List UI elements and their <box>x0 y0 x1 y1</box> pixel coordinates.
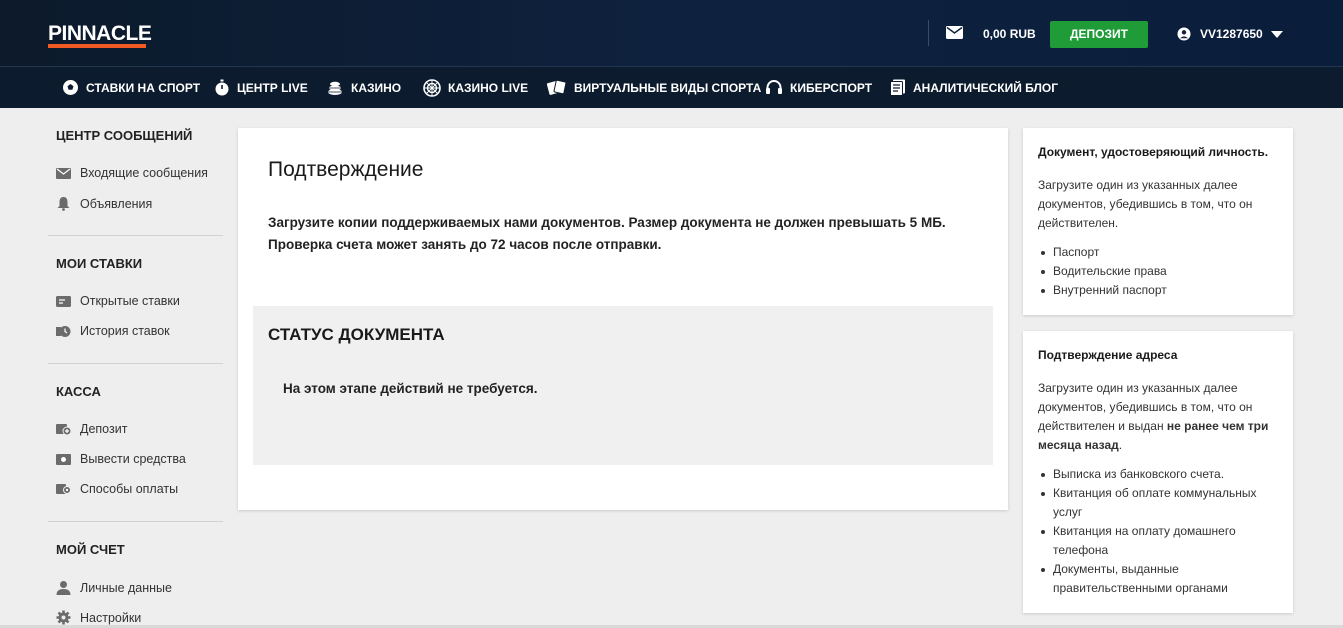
list-item: Документы, выданные правительственными о… <box>1038 560 1283 598</box>
casino-chips-icon <box>328 81 342 95</box>
info-text: Загрузите один из указанных далее докуме… <box>1038 379 1283 455</box>
nav-label: СТАВКИ НА СПОРТ <box>86 80 201 95</box>
nav-live-center[interactable]: ЦЕНТР LIVE <box>214 67 308 108</box>
address-proof-info: Подтверждение адреса Загрузите один из у… <box>1023 331 1293 613</box>
sidebar-item-label: Входящие сообщения <box>80 166 208 180</box>
stopwatch-icon <box>215 79 229 96</box>
person-icon <box>56 581 71 595</box>
username[interactable]: VV1287650 <box>1200 27 1263 41</box>
list-item: Внутренний паспорт <box>1038 281 1283 300</box>
sidebar-item-bet-history[interactable]: История ставок <box>56 324 170 338</box>
sidebar-item-label: Объявления <box>80 196 153 211</box>
list-item: Квитанция об оплате коммунальных услуг <box>1038 484 1283 522</box>
sidebar-item-settings[interactable]: Настройки <box>56 610 141 625</box>
nav-label: ВИРТУАЛЬНЫЕ ВИДЫ СПОРТА <box>574 80 762 95</box>
info-text-part: . <box>1118 438 1123 452</box>
accepted-documents-list: Паспорт Водительские права Внутренний па… <box>1038 243 1283 300</box>
section-title-cashier: КАССА <box>56 384 101 399</box>
sidebar-item-label: Способы оплаты <box>80 482 179 496</box>
sidebar-item-label: История ставок <box>80 324 170 338</box>
id-document-info: Документ, удостоверяющий личность. Загру… <box>1023 128 1293 315</box>
headset-icon <box>766 80 782 94</box>
instructions-text: Загрузите копии поддерживаемых нами доку… <box>268 212 988 256</box>
gear-icon <box>56 610 71 625</box>
nav-casino-live[interactable]: КАЗИНО LIVE <box>423 67 528 108</box>
sidebar-item-label: Депозит <box>80 422 128 436</box>
verification-card: Подтверждение Загрузите копии поддержива… <box>238 128 1008 510</box>
status-message: На этом этапе действий не требуется. <box>283 381 538 396</box>
nav-analytics-blog[interactable]: АНАЛИТИЧЕСКИЙ БЛОГ <box>890 67 1058 108</box>
nav-label: ЦЕНТР LIVE <box>237 80 308 95</box>
header-divider <box>928 20 929 46</box>
sidebar-item-label: Личные данные <box>80 580 172 595</box>
list-item: Водительские права <box>1038 262 1283 281</box>
sidebar-item-label: Вывести средства <box>80 452 186 466</box>
main-nav: СТАВКИ НА СПОРТ ЦЕНТР LIVE КАЗИНО КАЗИНО… <box>0 67 1343 108</box>
sidebar-item-deposit[interactable]: Депозит <box>56 422 127 436</box>
accepted-documents-list: Выписка из банковского счета. Квитанция … <box>1038 465 1283 598</box>
document-status-panel: СТАТУС ДОКУМЕНТА На этом этапе действий … <box>253 306 993 465</box>
list-item: Квитанция на оплату домашнего телефона <box>1038 522 1283 560</box>
nav-esports[interactable]: КИБЕРСПОРТ <box>765 67 872 108</box>
user-icon[interactable] <box>1177 27 1191 41</box>
section-title-my-account: МОЙ СЧЕТ <box>56 542 125 557</box>
pinnacle-logo[interactable]: PINNACLE <box>48 22 152 46</box>
instructions-line-1: Загрузите копии поддерживаемых нами доку… <box>268 215 946 230</box>
sidebar-item-announcements[interactable]: Объявления <box>56 196 152 211</box>
info-text: Загрузите один из указанных далее докуме… <box>1038 178 1253 230</box>
sidebar-item-label: Открытые ставки <box>80 294 180 308</box>
top-header: PINNACLE 0,00 RUB ДЕПОЗИТ VV1287650 <box>0 0 1343 67</box>
logo-underline <box>48 44 146 48</box>
deposit-button[interactable]: ДЕПОЗИТ <box>1050 21 1148 48</box>
sidebar-item-label: Настройки <box>80 610 142 625</box>
nav-label: КИБЕРСПОРТ <box>790 80 873 95</box>
deposit-icon <box>56 423 71 435</box>
nav-virtual-sports[interactable]: ВИРТУАЛЬНЫЕ ВИДЫ СПОРТА <box>547 67 761 108</box>
instructions-line-2: Проверка счета может занять до 72 часов … <box>268 237 662 252</box>
sidebar-item-personal-data[interactable]: Личные данные <box>56 580 172 595</box>
bell-icon <box>57 197 70 211</box>
withdraw-icon <box>56 453 71 465</box>
soccer-ball-icon <box>63 80 78 95</box>
sidebar-divider <box>48 363 223 364</box>
payment-methods-icon <box>56 483 71 494</box>
sidebar-item-withdraw[interactable]: Вывести средства <box>56 452 186 466</box>
nav-label: КАЗИНО LIVE <box>448 80 529 95</box>
nav-sports-betting[interactable]: СТАВКИ НА СПОРТ <box>62 67 200 108</box>
nav-casino[interactable]: КАЗИНО <box>326 67 401 108</box>
status-title: СТАТУС ДОКУМЕНТА <box>268 325 445 344</box>
ticket-icon <box>56 295 71 307</box>
document-icon <box>890 79 905 96</box>
section-title-messages: ЦЕНТР СООБЩЕНИЙ <box>56 128 193 143</box>
history-icon <box>56 325 71 337</box>
list-item: Выписка из банковского счета. <box>1038 465 1283 484</box>
sidebar-item-inbox[interactable]: Входящие сообщения <box>56 166 208 180</box>
page-title: Подтверждение <box>268 158 424 181</box>
nav-label: АНАЛИТИЧЕСКИЙ БЛОГ <box>913 80 1059 95</box>
balance-amount: 0,00 RUB <box>983 27 1036 41</box>
sidebar-divider <box>48 521 223 522</box>
list-item: Паспорт <box>1038 243 1283 262</box>
sidebar-item-open-bets[interactable]: Открытые ставки <box>56 294 180 308</box>
section-title-my-bets: МОИ СТАВКИ <box>56 256 143 271</box>
cards-icon <box>547 79 567 95</box>
info-title: Документ, удостоверяющий личность. <box>1038 145 1269 159</box>
nav-label: КАЗИНО <box>351 80 402 95</box>
sidebar-divider <box>48 235 223 236</box>
sidebar-item-payment-methods[interactable]: Способы оплаты <box>56 482 178 496</box>
roulette-icon <box>423 78 441 97</box>
chevron-down-icon[interactable] <box>1271 31 1283 38</box>
info-title: Подтверждение адреса <box>1038 348 1178 362</box>
envelope-icon <box>56 167 71 179</box>
mail-icon[interactable] <box>946 26 963 39</box>
